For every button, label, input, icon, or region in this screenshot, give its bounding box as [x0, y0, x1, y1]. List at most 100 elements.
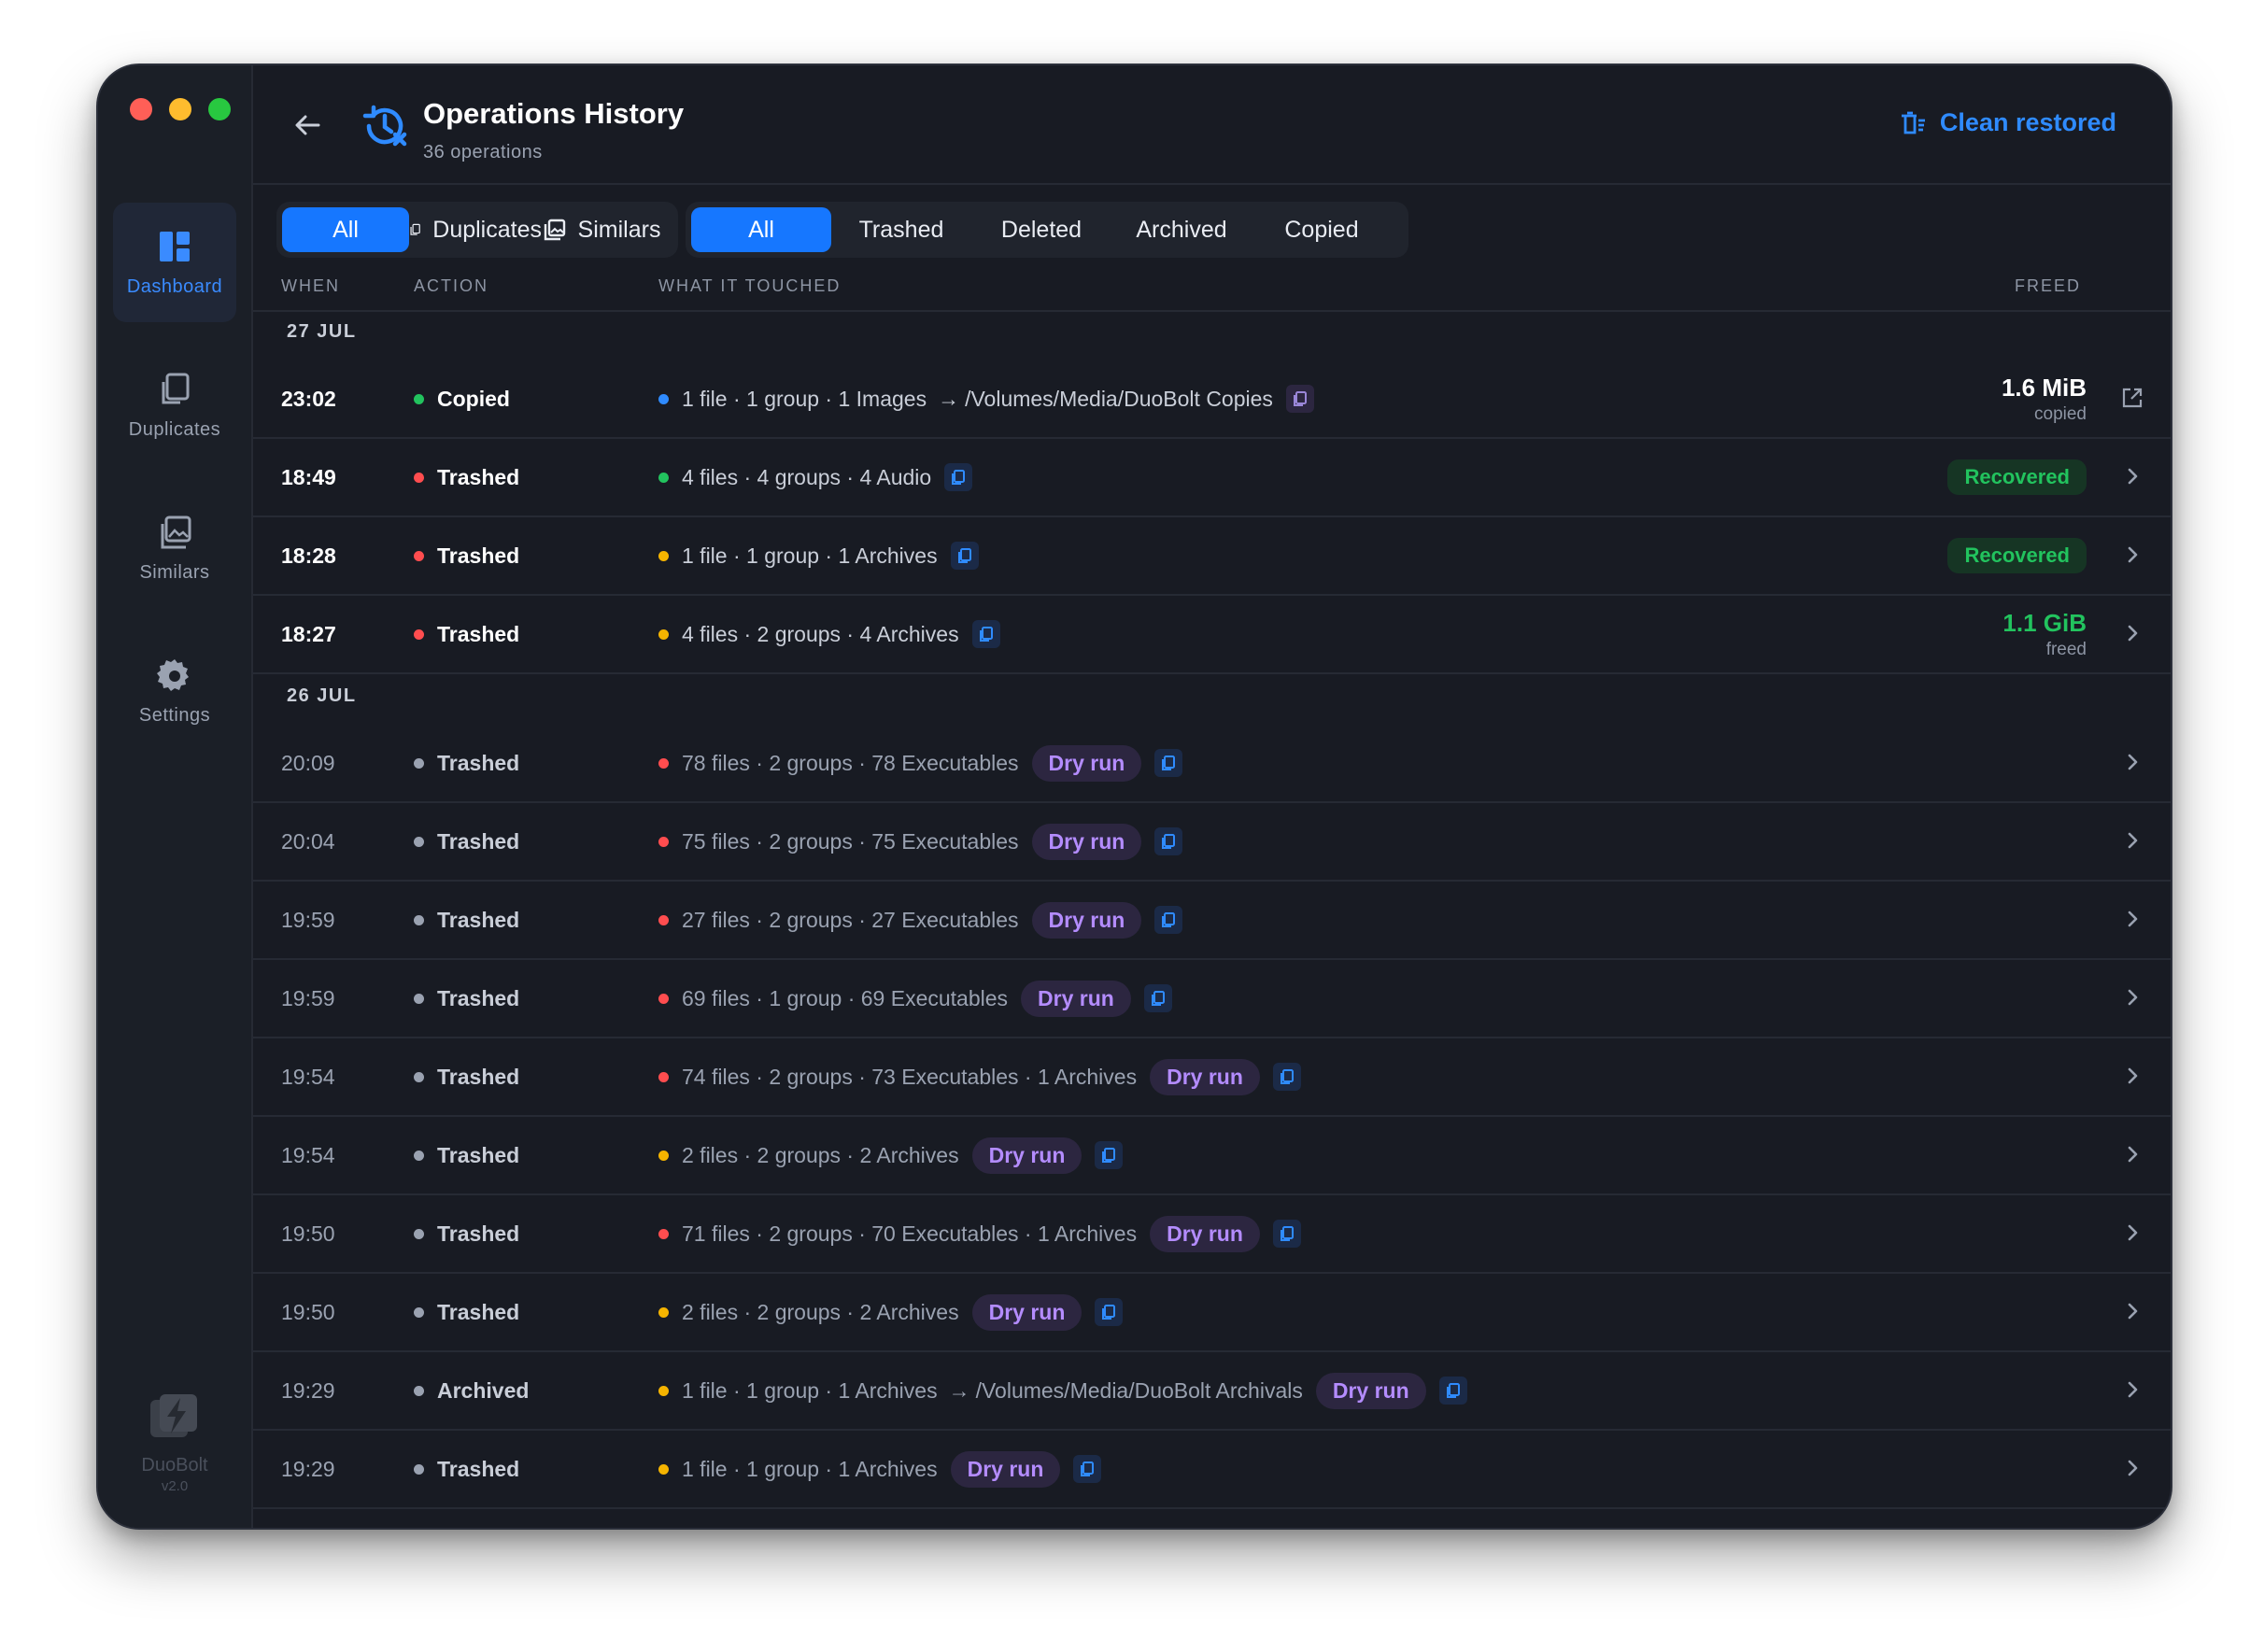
chevron-right-icon[interactable]	[2120, 828, 2144, 853]
back-arrow-icon[interactable]	[290, 108, 324, 142]
column-header-when: WHEN	[281, 276, 340, 295]
status-filter-archived[interactable]: Archived	[1111, 207, 1252, 252]
minimize-window-button[interactable]	[169, 98, 191, 120]
category-dot	[658, 1385, 669, 1396]
sidebar-item-similars[interactable]: Similars	[113, 488, 236, 608]
close-window-button[interactable]	[130, 98, 152, 120]
copy-path-button[interactable]	[1438, 1377, 1467, 1405]
copy-path-button[interactable]	[1143, 984, 1172, 1012]
chevron-right-icon[interactable]	[2120, 985, 2144, 1010]
status-filter-copied[interactable]: Copied	[1252, 207, 1392, 252]
filter-label: All	[333, 216, 359, 243]
operation-row[interactable]: 19:54 Trashed 2 files · 2 groups · 2 Archi…	[253, 1117, 2171, 1195]
summary-text: 78 files · 2 groups · 78 Executables	[682, 750, 1019, 775]
zoom-window-button[interactable]	[208, 98, 231, 120]
status-filter-trashed[interactable]: Trashed	[831, 207, 971, 252]
chevron-right-icon[interactable]	[2120, 1142, 2144, 1166]
operation-time: 18:49	[281, 465, 336, 489]
chevron-right-icon[interactable]	[2120, 1221, 2144, 1245]
action-status-dot	[414, 1386, 424, 1396]
summary-text: 27 files · 2 groups · 27 Executables	[682, 907, 1019, 932]
chevron-right-icon[interactable]	[2120, 621, 2144, 645]
operation-row[interactable]: 18:27 Trashed 4 files · 2 groups · 4 Archi…	[253, 596, 2171, 674]
copy-path-button[interactable]	[944, 463, 973, 491]
status-filter-all[interactable]: All	[691, 207, 831, 252]
kind-filter-similars[interactable]: Similars	[542, 207, 661, 252]
action-status-dot	[414, 629, 424, 640]
operation-time: 19:50	[281, 1221, 335, 1246]
column-header-what: WHAT IT TOUCHED	[658, 276, 842, 295]
chevron-right-icon[interactable]	[2120, 1299, 2144, 1323]
clean-restored-button[interactable]: Clean restored	[1899, 108, 2116, 137]
copy-path-button[interactable]	[1095, 1141, 1124, 1169]
action-label: Trashed	[437, 829, 520, 854]
page-title: Operations History	[423, 97, 685, 130]
action-status-dot	[414, 1072, 424, 1082]
copy-icon	[952, 470, 966, 485]
summary-text: 2 files · 2 groups · 2 Archives	[682, 1299, 959, 1324]
operation-row[interactable]: 19:50 Trashed 2 files · 2 groups · 2 Archi…	[253, 1274, 2171, 1352]
copy-path-button[interactable]	[1154, 906, 1183, 934]
freed-cell: Recovered	[1947, 439, 2087, 515]
operation-row[interactable]: 18:28 Trashed 1 file · 1 group · 1 Archive…	[253, 517, 2171, 596]
operation-row[interactable]: 19:29 Archived 1 file · 1 group · 1 Archiv…	[253, 1352, 2171, 1431]
copy-path-button[interactable]	[1073, 1455, 1102, 1483]
copy-path-button[interactable]	[1272, 1063, 1301, 1091]
chevron-right-icon[interactable]	[2120, 750, 2144, 774]
dry-run-badge: Dry run	[971, 1137, 1082, 1174]
freed-caption: freed	[2045, 639, 2087, 659]
filter-label: Trashed	[858, 216, 944, 243]
operation-row[interactable]: 20:09 Trashed 78 files · 2 groups · 78 Exe…	[253, 725, 2171, 803]
copy-icon	[957, 548, 971, 563]
sidebar-item-settings[interactable]: Settings	[113, 631, 236, 751]
summary-text: 74 files · 2 groups · 73 Executables · 1…	[682, 1064, 1138, 1089]
operation-action: Trashed	[414, 1300, 519, 1325]
category-dot	[658, 628, 669, 640]
app-name: DuoBolt	[141, 1455, 208, 1476]
operation-action: Trashed	[414, 908, 519, 933]
operation-time: 19:29	[281, 1457, 335, 1481]
operation-row[interactable]: 19:29 Trashed 1 file · 1 group · 1 Archive…	[253, 1431, 2171, 1509]
external-link-icon[interactable]	[2120, 386, 2144, 410]
sidebar-item-duplicates[interactable]: Duplicates	[113, 346, 236, 465]
status-filter-deleted[interactable]: Deleted	[971, 207, 1111, 252]
chevron-right-icon[interactable]	[2120, 1377, 2144, 1402]
category-dot	[658, 472, 669, 483]
copy-path-button[interactable]	[950, 542, 979, 570]
copy-path-button[interactable]	[1154, 749, 1183, 777]
operation-row[interactable]: 19:54 Trashed 74 files · 2 groups · 73 Exe…	[253, 1038, 2171, 1117]
sidebar-item-dashboard[interactable]: Dashboard	[113, 203, 236, 322]
copy-icon	[1162, 755, 1176, 770]
kind-filter-duplicates[interactable]: Duplicates	[409, 207, 542, 252]
copy-path-button[interactable]	[971, 620, 1000, 648]
copy-path-button[interactable]	[1154, 827, 1183, 855]
operation-row[interactable]: 23:02 Copied 1 file · 1 group · 1 Images → /…	[253, 360, 2171, 439]
chevron-right-icon[interactable]	[2120, 543, 2144, 567]
copy-path-button[interactable]	[1095, 1298, 1124, 1326]
operation-action: Trashed	[414, 544, 519, 569]
operation-row[interactable]: 19:59 Trashed 27 files · 2 groups · 27 Exe…	[253, 882, 2171, 960]
action-label: Trashed	[437, 1143, 520, 1167]
action-status-dot	[414, 994, 424, 1004]
filter-label: Deleted	[1000, 216, 1082, 243]
operation-row[interactable]: 19:50 Trashed 71 files · 2 groups · 70 Exe…	[253, 1195, 2171, 1274]
chevron-right-icon[interactable]	[2120, 1064, 2144, 1088]
operation-time: 19:59	[281, 986, 335, 1010]
kind-filter-all[interactable]: All	[282, 207, 409, 252]
copy-path-button[interactable]	[1285, 385, 1314, 413]
chevron-right-icon[interactable]	[2120, 1456, 2144, 1480]
chevron-right-icon[interactable]	[2120, 464, 2144, 488]
operation-row[interactable]: 18:49 Trashed 4 files · 4 groups · 4 Audio…	[253, 439, 2171, 517]
copy-path-button[interactable]	[1272, 1220, 1301, 1248]
operation-row[interactable]: 19:59 Trashed 69 files · 1 group · 69 Exec…	[253, 960, 2171, 1038]
freed-cell: 1.6 MiB copied	[2002, 360, 2087, 437]
action-status-dot	[414, 837, 424, 847]
copy-icon	[1280, 1226, 1294, 1241]
summary-text: 2 files · 2 groups · 2 Archives	[682, 1142, 959, 1167]
operation-row[interactable]: 20:04 Trashed 75 files · 2 groups · 75 Exe…	[253, 803, 2171, 882]
action-status-dot	[414, 473, 424, 483]
summary-text: 69 files · 1 group · 69 Executables	[682, 985, 1009, 1010]
dry-run-badge: Dry run	[1031, 901, 1142, 939]
action-status-dot	[414, 1151, 424, 1161]
chevron-right-icon[interactable]	[2120, 907, 2144, 931]
